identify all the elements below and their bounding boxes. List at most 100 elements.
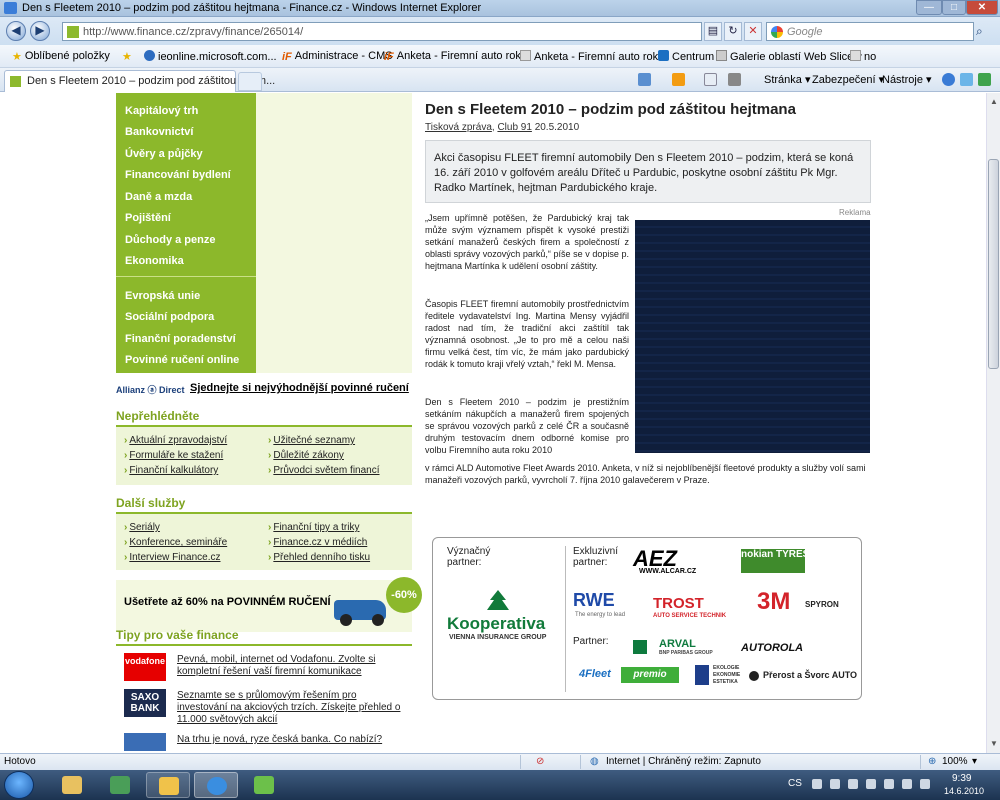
favorite-link[interactable]: Galerie oblastí Web Slice ▾ (716, 50, 862, 63)
4fleet-logo[interactable]: 4Fleet (579, 668, 611, 680)
tip-link[interactable]: Pevná, mobil, internet od Vodafonu. Zvol… (177, 654, 407, 678)
arval-logo[interactable]: ARVAL (659, 638, 696, 650)
flag-icon[interactable] (866, 779, 876, 789)
allianz-banner[interactable]: Allianz ⓐ Direct Sjednejte si nejvýhodně… (116, 379, 412, 399)
list-link[interactable]: Seriály (124, 522, 160, 533)
search-input[interactable]: Google (766, 22, 974, 41)
address-field[interactable]: http://www.finance.cz/zpravy/finance/265… (62, 22, 702, 41)
allianz-link[interactable]: Sjednejte si nejvýhodnější povinné ručen… (190, 382, 409, 394)
list-link[interactable]: Konference, semináře (124, 537, 227, 548)
vertical-scrollbar[interactable]: ▲ ▼ (986, 93, 1000, 753)
favorite-link[interactable]: iF Anketa - Firemní auto rok... (384, 50, 530, 63)
minimize-button[interactable]: — (916, 0, 942, 15)
kooperativa-logo[interactable]: Kooperativa (447, 614, 545, 634)
tip-item[interactable]: Na trhu je nová, ryze česká banka. Co na… (116, 731, 412, 753)
taskbar-mail[interactable] (146, 772, 190, 798)
tip-link[interactable]: Na trhu je nová, ryze česká banka. Co na… (177, 734, 407, 746)
tab-active[interactable]: Den s Fleetem 2010 – podzim pod záštitou… (4, 70, 275, 92)
rwe-logo[interactable]: RWE (573, 590, 615, 611)
favorites-button[interactable]: ★ Oblíbené položky (12, 50, 110, 63)
tip-item[interactable]: SAXO BANK Seznamte se s průlomovým řešen… (116, 687, 412, 727)
new-tab-button[interactable] (238, 72, 262, 91)
favorite-link[interactable]: ieonline.microsoft.com... (144, 50, 277, 63)
nav-item[interactable]: Důchody a penze (125, 234, 215, 246)
3m-logo[interactable]: 3M (757, 588, 790, 616)
nav-item[interactable]: Úvěry a půjčky (125, 148, 203, 160)
list-link[interactable]: Finance.cz v médiích (268, 537, 367, 548)
nav-item[interactable]: Financování bydlení (125, 169, 231, 181)
nav-item[interactable]: Kapitálový trh (125, 105, 198, 117)
nav-item[interactable]: Ekonomika (125, 255, 184, 267)
chevron-down-icon[interactable]: ▾ (972, 756, 977, 767)
autorola-logo[interactable]: AUTOROLA (741, 642, 803, 654)
insurance-banner[interactable]: Ušetřete až 60% na POVINNÉM RUČENÍ -60% (116, 577, 422, 632)
start-button[interactable] (4, 771, 34, 799)
battery-icon[interactable] (902, 779, 912, 789)
premio-logo[interactable]: premio (621, 667, 679, 683)
print-icon[interactable] (728, 73, 741, 86)
tray-icon[interactable] (848, 779, 858, 789)
network-icon[interactable] (884, 779, 894, 789)
nav-item[interactable]: Povinné ručení online (125, 354, 239, 366)
nav-item[interactable]: Daně a mzda (125, 191, 192, 203)
list-link[interactable]: Průvodci světem financí (268, 465, 379, 476)
protected-mode-icon[interactable]: ⊘ (536, 756, 544, 767)
favorite-link[interactable]: no (850, 50, 876, 63)
home-icon[interactable] (638, 73, 651, 86)
tray-icon[interactable] (830, 779, 840, 789)
scroll-down-icon[interactable]: ▼ (988, 737, 1000, 751)
security-menu[interactable]: Zabezpečení ▾ (812, 73, 884, 86)
clock-time[interactable]: 9:39 (952, 773, 971, 784)
list-link[interactable]: Finanční kalkulátory (124, 465, 218, 476)
stop-button[interactable]: ✕ (744, 22, 762, 41)
list-link[interactable]: Finanční tipy a triky (268, 522, 359, 533)
advertisement[interactable] (635, 220, 870, 453)
meta-source-link[interactable]: Club 91 (497, 122, 531, 133)
nav-item[interactable]: Evropská unie (125, 290, 200, 302)
help-icon[interactable] (942, 73, 955, 86)
taskbar-app[interactable] (98, 772, 142, 798)
zone-text[interactable]: Internet | Chráněný režim: Zapnuto (606, 756, 761, 767)
list-link[interactable]: Přehled denního tisku (268, 552, 370, 563)
taskbar-messenger[interactable] (242, 772, 286, 798)
taskbar-explorer[interactable] (50, 772, 94, 798)
list-link[interactable]: Důležité zákony (268, 450, 344, 461)
list-link[interactable]: Interview Finance.cz (124, 552, 220, 563)
search-icon[interactable]: ⌕ (976, 24, 983, 39)
nokian-logo[interactable]: nokian TYRES (741, 549, 809, 573)
back-button[interactable]: ◀ (6, 21, 26, 41)
meta-type-link[interactable]: Tisková zpráva (425, 122, 492, 133)
page-menu[interactable]: Stránka ▾ (764, 73, 811, 86)
close-button[interactable]: ✕ (966, 0, 998, 15)
prerost-logo[interactable]: Přerost a Švorc AUTO (763, 670, 857, 680)
tray-icon[interactable] (812, 779, 822, 789)
nav-item[interactable]: Sociální podpora (125, 311, 214, 323)
maximize-button[interactable]: □ (942, 0, 966, 15)
rss-icon[interactable] (672, 73, 685, 86)
compat-view-icon[interactable]: ▤ (704, 22, 722, 41)
forward-button[interactable]: ▶ (30, 21, 50, 41)
taskbar-ie[interactable] (194, 772, 238, 798)
list-link[interactable]: Aktuální zpravodajství (124, 435, 227, 446)
zoom-level[interactable]: 100% (942, 756, 968, 767)
list-link[interactable]: Užitečné seznamy (268, 435, 355, 446)
favorite-link[interactable]: Anketa - Firemní auto rok... (520, 50, 667, 63)
volume-icon[interactable] (920, 779, 930, 789)
messenger-icon[interactable] (960, 73, 973, 86)
add-favorite-icon[interactable]: ★ (122, 50, 135, 63)
list-link[interactable]: Formuláře ke stažení (124, 450, 223, 461)
scroll-thumb[interactable] (988, 159, 999, 369)
favorite-link[interactable]: iF Administrace - CMS (282, 50, 393, 63)
scroll-up-icon[interactable]: ▲ (988, 95, 1000, 109)
tip-item[interactable]: vodafone Pevná, mobil, internet od Vodaf… (116, 651, 412, 691)
nav-item[interactable]: Pojištění (125, 212, 171, 224)
refresh-button[interactable]: ↻ (724, 22, 742, 41)
clock-date[interactable]: 14.6.2010 (944, 786, 984, 796)
tip-link[interactable]: Seznamte se s průlomovým řešením pro inv… (177, 690, 407, 726)
spyron-logo[interactable]: SPYRON (805, 600, 839, 609)
tools-menu[interactable]: Nástroje ▾ (882, 73, 932, 86)
nav-item[interactable]: Finanční poradenství (125, 333, 236, 345)
eko-logo[interactable]: EKOLOGIE EKONOMIE ESTETIKA (713, 665, 753, 686)
research-icon[interactable] (978, 73, 991, 86)
mail-icon[interactable] (704, 73, 717, 86)
